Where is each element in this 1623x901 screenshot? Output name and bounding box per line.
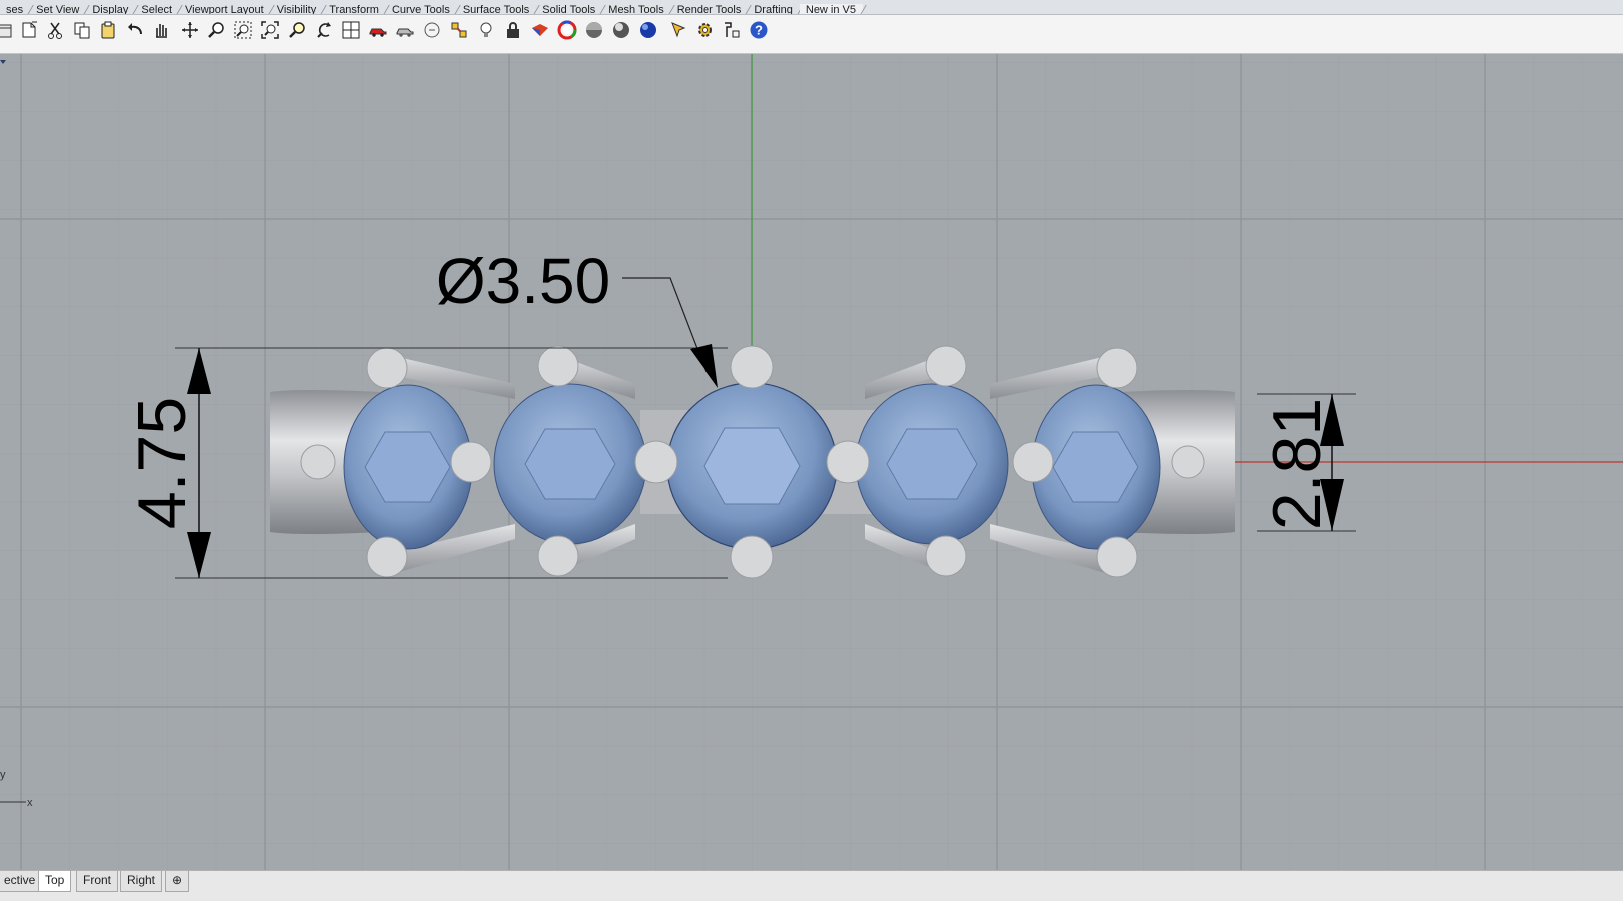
arrow-select-icon[interactable] [668,20,688,40]
tab-curve-tools[interactable]: Curve Tools [386,4,457,14]
new-page-icon[interactable] [19,20,39,40]
sphere-rendered-icon[interactable] [611,20,631,40]
copy-icon[interactable] [72,20,92,40]
tab-set-view[interactable]: Set View [30,4,86,14]
tab-ses[interactable]: ses [0,4,30,14]
paste-icon[interactable] [98,20,118,40]
gemstone[interactable] [493,383,647,545]
tab-drafting[interactable]: Drafting [748,4,800,14]
gear-options-icon[interactable] [695,20,715,40]
gemstone[interactable] [855,383,1009,545]
zoom-window-icon[interactable] [233,20,253,40]
toolbar-tab-bar: ses Set View Display Select Viewport Layout V… [0,0,1623,15]
tab-select[interactable]: Select [135,4,179,14]
viewport-tab-bar: ective Top Front Right ⊕ [0,870,1623,901]
tab-mesh-tools[interactable]: Mesh Tools [602,4,670,14]
axis-x-label: x [27,797,33,809]
car-wireframe-icon[interactable] [395,20,415,40]
tab-surface-tools[interactable]: Surface Tools [457,4,536,14]
tab-right[interactable]: Right [120,871,163,892]
gemstone-center[interactable] [666,382,838,550]
undo-view-icon[interactable] [314,20,334,40]
help-icon[interactable]: ? [749,20,769,40]
tab-front[interactable]: Front [76,871,119,892]
svg-text:?: ? [755,23,763,38]
standard-toolbar: ? [0,15,1623,54]
cut-icon[interactable] [45,20,65,40]
undo-icon[interactable] [125,20,145,40]
tab-top[interactable]: Top [38,871,72,892]
zoom-selected-icon[interactable] [287,20,307,40]
lock-icon[interactable] [503,20,523,40]
zoom-icon[interactable] [206,20,226,40]
color-wheel-icon[interactable] [557,20,577,40]
axis-y-label: y [0,769,6,781]
zoom-extents-icon[interactable] [260,20,280,40]
tab-display[interactable]: Display [86,4,135,14]
dimension-height-label: 4.75 [124,397,200,529]
rotate-view-icon[interactable] [180,20,200,40]
four-viewports-icon[interactable] [341,20,361,40]
open-icon[interactable] [0,20,16,40]
shade-icon[interactable] [530,20,550,40]
circle-view-icon[interactable] [422,20,442,40]
add-viewport-tab-button[interactable]: ⊕ [165,871,190,892]
tab-transform[interactable]: Transform [323,4,386,14]
properties-icon[interactable] [722,20,742,40]
car-render-icon[interactable] [368,20,388,40]
dimension-diameter-label: Ø3.50 [436,245,610,317]
tab-visibility[interactable]: Visibility [271,4,324,14]
object-snap-icon[interactable] [449,20,469,40]
tab-solid-tools[interactable]: Solid Tools [536,4,602,14]
tab-viewport-layout[interactable]: Viewport Layout [179,4,271,14]
pan-hand-icon[interactable] [151,20,171,40]
tab-new-in-v5[interactable]: New in V5 [799,4,864,14]
tab-perspective[interactable]: ective [0,871,43,892]
light-bulb-icon[interactable] [476,20,496,40]
sphere-blue-icon[interactable] [638,20,658,40]
viewport-canvas: 4.75 Ø3.50 2.81 x y [0,54,1623,870]
dimension-depth-label: 2.81 [1259,398,1335,530]
tab-render-tools[interactable]: Render Tools [671,4,749,14]
top-viewport[interactable]: 4.75 Ø3.50 2.81 x y [0,54,1623,870]
sphere-shaded-icon[interactable] [584,20,604,40]
